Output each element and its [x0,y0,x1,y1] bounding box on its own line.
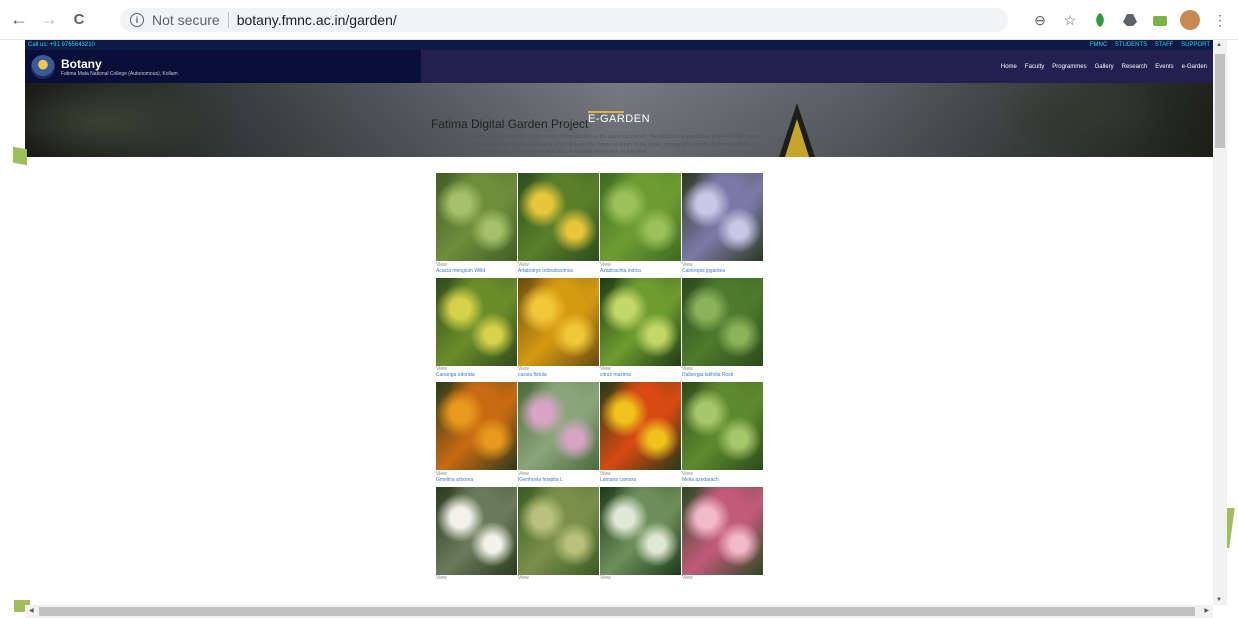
plant-photo[interactable] [518,173,599,261]
toolbar-right: ⊖ ☆ ⋮ [1030,8,1230,32]
plant-card[interactable]: View Azadirachta indica [600,173,682,278]
top-strip: Call us: +91 9765643210 FMNC STUDENTS ST… [25,40,1213,50]
menu-gallery[interactable]: Gallery [1095,64,1114,70]
info-icon[interactable]: i [130,13,144,27]
plant-name-link[interactable]: Melia azedarach [682,477,764,483]
brand-subtitle: Fatima Mata National College (Autonomous… [61,70,178,77]
plant-card[interactable]: View Artabotrys odoratissimus [518,173,600,278]
plant-card[interactable]: View [682,486,764,592]
menu-icon[interactable]: ⋮ [1210,10,1230,30]
plant-card[interactable]: View Lantana camara [600,382,682,487]
intro-section: Fatima Digital Garden Project The plants… [431,117,761,157]
page-title: Fatima Digital Garden Project [431,117,589,131]
scroll-up-arrow-icon[interactable]: ▲ [1216,42,1222,48]
plant-photo[interactable] [600,277,681,366]
plant-photo[interactable] [600,382,681,470]
plant-photo[interactable] [600,173,681,261]
menu-programmes[interactable]: Programmes [1052,64,1086,70]
plant-card[interactable]: View [518,486,600,592]
divider [227,12,229,28]
plant-photo[interactable] [436,486,517,575]
plant-name-link[interactable]: Acacia mengium Willd [436,268,518,274]
plant-name-link[interactable]: Artabotrys odoratissimus [518,268,600,274]
browser-toolbar: ← → C i Not secure botany.fmnc.ac.in/gar… [0,0,1238,40]
extension-image-icon[interactable] [1150,10,1170,30]
plant-photo[interactable] [682,382,763,470]
zoom-icon[interactable]: ⊖ [1030,10,1050,30]
plant-name-link[interactable]: Kleinhovia hospita L [518,477,600,483]
plant-card[interactable]: View [436,486,518,592]
plant-photo[interactable] [682,486,763,575]
plant-card[interactable]: View Melia azedarach [682,382,764,487]
extension-drive-icon[interactable] [1120,10,1140,30]
plant-card[interactable]: View Acacia mengium Willd [436,173,518,278]
site-header: Botany Fatima Mata National College (Aut… [25,50,1213,83]
top-links: FMNC STUDENTS STAFF SUPPORT [1084,42,1210,48]
view-link[interactable]: View [518,575,600,581]
menu-events[interactable]: Events [1155,64,1173,70]
plant-photo[interactable] [436,382,517,470]
plant-photo[interactable] [518,486,599,575]
horizontal-scrollbar[interactable]: ◀ ▶ [25,605,1213,618]
plant-photo[interactable] [682,173,763,261]
plant-card[interactable]: View Kleinhovia hospita L [518,382,600,487]
back-button[interactable]: ← [8,9,30,31]
intro-text: The plants in the Campus are provided QR… [431,134,759,155]
brand[interactable]: Botany Fatima Mata National College (Aut… [25,50,421,83]
college-logo [31,54,55,79]
menu-research[interactable]: Research [1122,64,1148,70]
call-us: Call us: +91 9765643210 [28,42,95,48]
menu-home[interactable]: Home [1001,64,1017,70]
plant-photo[interactable] [518,382,599,470]
plant-card[interactable]: View cassia fistula [518,277,600,383]
scroll-down-arrow-icon[interactable]: ▼ [1216,597,1222,603]
security-label: Not secure [152,12,220,28]
top-link-staff[interactable]: STAFF [1155,42,1174,48]
plant-card[interactable]: View Gmelina arborea [436,382,518,487]
plant-card[interactable]: View Dalbergia latifolia Roxb [682,277,764,383]
plant-card[interactable]: View Calotropis gigantea [682,173,764,278]
view-link[interactable]: View [436,575,518,581]
menu-faculty[interactable]: Faculty [1025,64,1044,70]
plant-name-link[interactable]: Calotropis gigantea [682,268,764,274]
plant-photo[interactable] [436,277,517,366]
plant-photo[interactable] [682,277,763,366]
top-link-students[interactable]: STUDENTS [1115,42,1147,48]
url-text[interactable]: botany.fmnc.ac.in/garden/ [237,12,397,28]
address-bar[interactable]: i Not secure botany.fmnc.ac.in/garden/ [120,8,1008,32]
plant-card[interactable]: View citrus maxima [600,277,682,383]
view-link[interactable]: View [600,575,682,581]
plant-card[interactable]: View Cananga odorata [436,277,518,383]
plant-photo[interactable] [436,173,517,261]
plant-card[interactable]: View [600,486,682,592]
plant-name-link[interactable]: citrus maxima [600,372,682,378]
extension-leaf-icon[interactable] [1090,10,1110,30]
vertical-scrollbar[interactable]: ▲ ▼ [1213,40,1227,605]
scroll-right-arrow-icon[interactable]: ▶ [1204,607,1209,614]
scroll-left-arrow-icon[interactable]: ◀ [29,607,34,614]
decorative-leaf [13,146,27,166]
plant-name-link[interactable]: Dalbergia latifolia Roxb [682,372,764,378]
view-link[interactable]: View [682,575,764,581]
horizontal-scroll-thumb[interactable] [39,607,1195,616]
plant-photo[interactable] [600,486,681,575]
plant-name-link[interactable]: cassia fistula [518,372,600,378]
brand-title: Botany [61,56,102,71]
bookmark-star-icon[interactable]: ☆ [1060,10,1080,30]
reload-button[interactable]: C [68,9,90,31]
main-menu: Home Faculty Programmes Gallery Research… [421,50,1213,83]
plant-name-link[interactable]: Azadirachta indica [600,268,682,274]
forward-button[interactable]: → [38,9,60,31]
top-link-support[interactable]: SUPPORT [1181,42,1210,48]
profile-avatar[interactable] [1180,10,1200,30]
plant-photo[interactable] [518,277,599,366]
plant-name-link[interactable]: Gmelina arborea [436,477,518,483]
plant-name-link[interactable]: Cananga odorata [436,372,518,378]
plant-grid: View Acacia mengium Willd View Artabotrys o… [436,173,800,591]
vertical-scroll-thumb[interactable] [1215,54,1225,148]
top-link-fmnc[interactable]: FMNC [1090,42,1107,48]
plant-name-link[interactable]: Lantana camara [600,477,682,483]
menu-e-garden[interactable]: e-Garden [1182,64,1207,70]
